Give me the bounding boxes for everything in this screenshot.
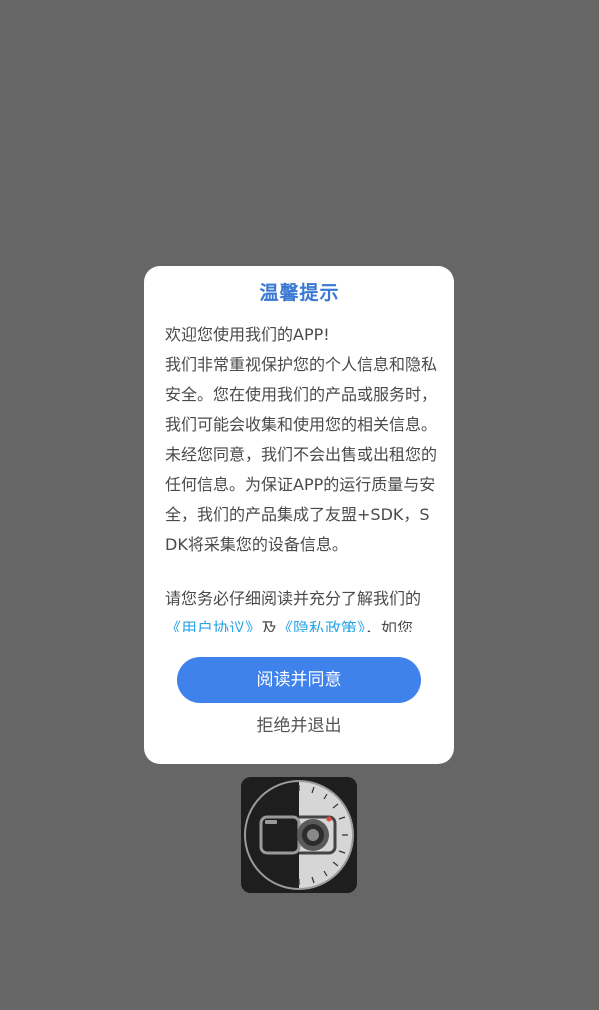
dialog-title: 温馨提示 [259,282,340,304]
greeting-text: 欢迎您使用我们的APP! [165,325,330,344]
agree-button[interactable]: 阅读并同意 [177,657,421,703]
agreement-paragraph: 请您务必仔细阅读并充分了解我们的《用户协议》及《隐私政策》，如您 [165,584,439,632]
privacy-policy-link[interactable]: 《隐私政策》 [277,619,365,632]
app-camera-icon [241,777,357,893]
agreement-prefix: 请您务必仔细阅读并充分了解我们的 [165,589,422,608]
agreement-suffix: ，如您 [365,619,414,632]
dialog-content: 欢迎您使用我们的APP! 我们非常重视保护您的个人信息和隐私安全。您在使用我们的… [165,320,439,632]
and-text: 及 [261,619,278,632]
privacy-paragraph: 我们非常重视保护您的个人信息和隐私安全。您在使用我们的产品或服务时，我们可能会收… [165,355,438,554]
dialog-content-scroll[interactable]: 欢迎您使用我们的APP! 我们非常重视保护您的个人信息和隐私安全。您在使用我们的… [165,320,439,632]
refuse-exit-button[interactable]: 拒绝并退出 [177,710,421,742]
user-agreement-link[interactable]: 《用户协议》 [165,619,261,632]
